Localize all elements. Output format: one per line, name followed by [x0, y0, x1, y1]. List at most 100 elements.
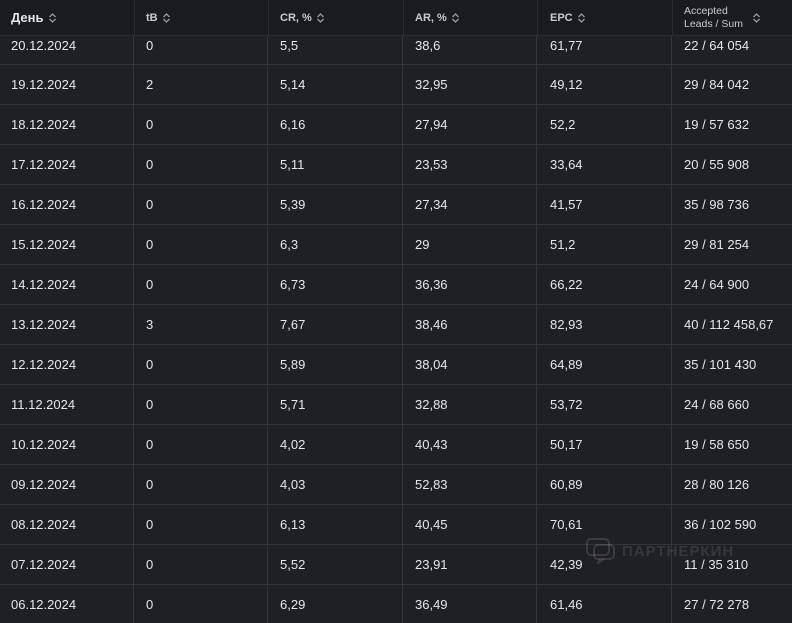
cell-epc: 61,77	[537, 35, 672, 64]
cell-cr: 6,16	[268, 105, 403, 144]
cell-tb: 0	[134, 585, 268, 623]
cell-day: 10.12.2024	[0, 425, 134, 464]
cell-day: 17.12.2024	[0, 145, 134, 184]
table-row: 11.12.2024 0 5,71 32,88 53,72 24 / 68 660	[0, 385, 792, 425]
cell-epc: 53,72	[537, 385, 672, 424]
cell-ar: 32,88	[403, 385, 537, 424]
cell-tb: 0	[134, 145, 268, 184]
cell-cr: 5,52	[268, 545, 403, 584]
cell-cr: 6,29	[268, 585, 403, 623]
table-row: 14.12.2024 0 6,73 36,36 66,22 24 / 64 900	[0, 265, 792, 305]
table-row: 19.12.2024 2 5,14 32,95 49,12 29 / 84 042	[0, 65, 792, 105]
table-row: 16.12.2024 0 5,39 27,34 41,57 35 / 98 736	[0, 185, 792, 225]
stats-table: День tB CR, % AR, % EPC Accepted Leads /…	[0, 0, 792, 623]
cell-ar: 36,49	[403, 585, 537, 623]
cell-epc: 51,2	[537, 225, 672, 264]
table-row: 15.12.2024 0 6,3 29 51,2 29 / 81 254	[0, 225, 792, 265]
cell-day: 07.12.2024	[0, 545, 134, 584]
table-header: День tB CR, % AR, % EPC Accepted Leads /…	[0, 0, 792, 36]
cell-tb: 0	[134, 425, 268, 464]
cell-day: 16.12.2024	[0, 185, 134, 224]
cell-epc: 41,57	[537, 185, 672, 224]
cell-tb: 0	[134, 545, 268, 584]
column-header-label: День	[11, 10, 44, 25]
cell-epc: 66,22	[537, 265, 672, 304]
cell-epc: 82,93	[537, 305, 672, 344]
cell-cr: 6,3	[268, 225, 403, 264]
cell-leads: 11 / 35 310	[684, 557, 749, 572]
cell-ar: 38,46	[403, 305, 537, 344]
cell-tb: 0	[134, 105, 268, 144]
cell-day: 20.12.2024	[0, 35, 134, 64]
table-row: 10.12.2024 0 4,02 40,43 50,17 19 / 58 650	[0, 425, 792, 465]
cell-tb: 0	[134, 185, 268, 224]
cell-ar: 32,95	[403, 65, 537, 104]
cell-cr: 5,89	[268, 345, 403, 384]
column-header-label: EPC	[550, 11, 573, 24]
cell-leads: 35 / 101 430	[684, 357, 757, 372]
sort-icon	[753, 12, 760, 23]
cell-cr: 5,5	[268, 35, 403, 64]
table-row: 17.12.2024 0 5,11 23,53 33,64 20 / 55 908	[0, 145, 792, 185]
cell-leads: 20 / 55 908	[684, 157, 750, 172]
cell-cr: 6,13	[268, 505, 403, 544]
table-row: 13.12.2024 3 7,67 38,46 82,93 40 / 112 458,67	[0, 305, 792, 345]
cell-leads: 29 / 81 254	[684, 237, 750, 252]
cell-day: 13.12.2024	[0, 305, 134, 344]
column-header-day[interactable]: День	[11, 0, 57, 35]
column-header-label: CR, %	[280, 11, 312, 24]
header-divider	[537, 0, 538, 35]
cell-epc: 70,61	[537, 505, 672, 544]
cell-tb: 0	[134, 265, 268, 304]
cell-epc: 42,39	[537, 545, 672, 584]
cell-leads: 24 / 64 900	[684, 277, 750, 292]
column-header-epc[interactable]: EPC	[550, 0, 586, 35]
cell-ar: 29	[403, 225, 537, 264]
cell-leads: 22 / 64 054	[684, 38, 750, 53]
cell-epc: 60,89	[537, 465, 672, 504]
cell-tb: 0	[134, 505, 268, 544]
cell-leads: 19 / 58 650	[684, 437, 750, 452]
cell-day: 14.12.2024	[0, 265, 134, 304]
cell-tb: 0	[134, 465, 268, 504]
cell-ar: 27,94	[403, 105, 537, 144]
cell-cr: 7,67	[268, 305, 403, 344]
column-header-accepted-leads-sum[interactable]: Accepted Leads / Sum	[684, 0, 761, 35]
table-row: 20.12.2024 0 5,5 38,6 61,77 22 / 64 054	[0, 35, 792, 65]
cell-day: 11.12.2024	[0, 385, 134, 424]
cell-leads: 29 / 84 042	[684, 77, 750, 92]
sort-icon	[577, 12, 585, 23]
cell-day: 15.12.2024	[0, 225, 134, 264]
cell-day: 12.12.2024	[0, 345, 134, 384]
sort-icon	[48, 12, 56, 23]
sort-icon	[162, 12, 170, 23]
table-row: 18.12.2024 0 6,16 27,94 52,2 19 / 57 632	[0, 105, 792, 145]
cell-cr: 5,14	[268, 65, 403, 104]
cell-epc: 33,64	[537, 145, 672, 184]
sort-icon	[451, 12, 459, 23]
cell-epc: 64,89	[537, 345, 672, 384]
column-header-ar[interactable]: AR, %	[415, 0, 460, 35]
cell-day: 18.12.2024	[0, 105, 134, 144]
table-row: 09.12.2024 0 4,03 52,83 60,89 28 / 80 126	[0, 465, 792, 505]
column-header-cr[interactable]: CR, %	[280, 0, 325, 35]
cell-cr: 4,03	[268, 465, 403, 504]
header-divider	[134, 0, 135, 35]
header-divider	[403, 0, 404, 35]
cell-ar: 23,53	[403, 145, 537, 184]
cell-tb: 3	[134, 305, 268, 344]
cell-cr: 5,71	[268, 385, 403, 424]
column-header-tb[interactable]: tB	[146, 0, 171, 35]
cell-ar: 38,04	[403, 345, 537, 384]
column-header-label: Accepted Leads / Sum	[684, 4, 743, 30]
sort-icon	[316, 12, 324, 23]
cell-epc: 61,46	[537, 585, 672, 623]
cell-cr: 6,73	[268, 265, 403, 304]
cell-epc: 52,2	[537, 105, 672, 144]
cell-day: 08.12.2024	[0, 505, 134, 544]
cell-leads: 35 / 98 736	[684, 197, 750, 212]
cell-cr: 5,11	[268, 145, 403, 184]
cell-tb: 2	[134, 65, 268, 104]
cell-ar: 52,83	[403, 465, 537, 504]
cell-ar: 40,45	[403, 505, 537, 544]
